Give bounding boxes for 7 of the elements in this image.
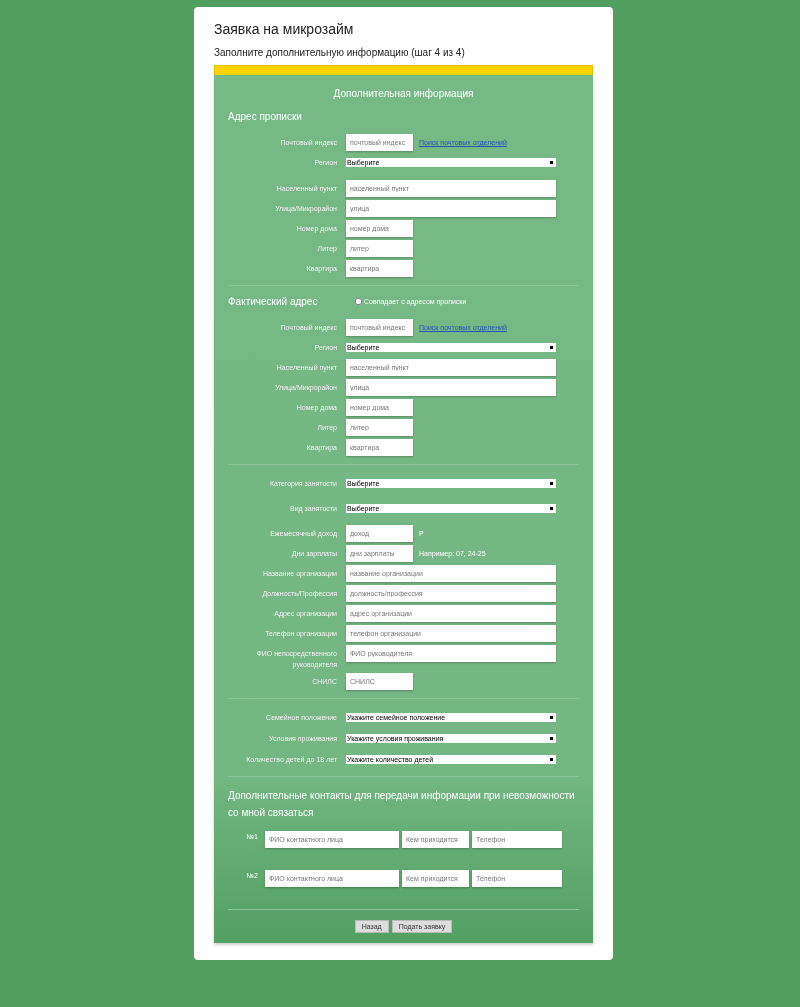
page-title: Заявка на микрозайм [214,21,355,37]
section-title: Фактический адрес [228,296,319,307]
section-title: Адрес прописки [228,111,303,122]
step-subtitle: Заполните дополнительную информацию (шаг 4 из 4) [214,47,466,58]
section-title: Дополнительные контакты для передачи информации при невозможности со мной связаться [228,789,576,820]
checkbox[interactable] [355,298,362,305]
form-heading: Дополнительная информация [332,88,475,99]
